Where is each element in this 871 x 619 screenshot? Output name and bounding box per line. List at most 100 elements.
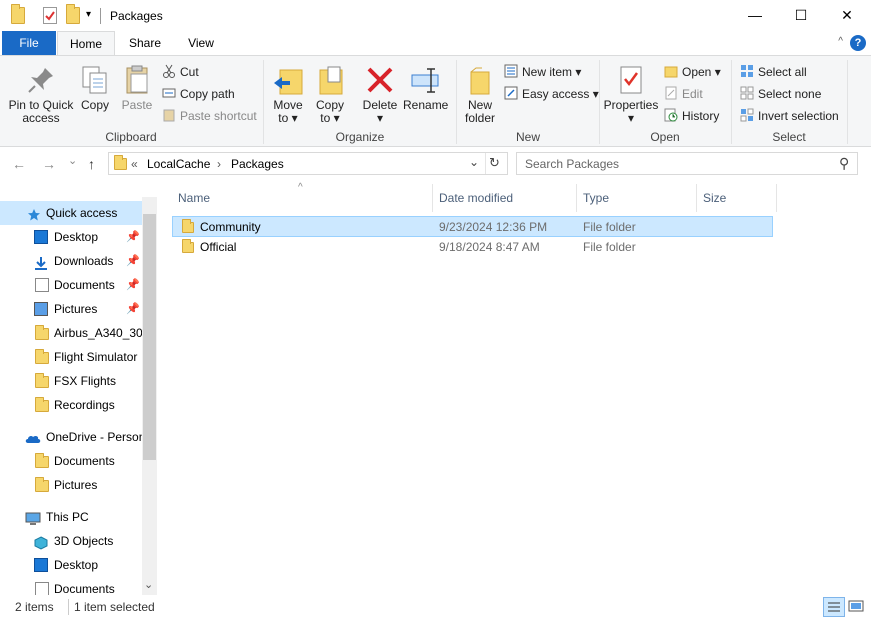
- delete-button[interactable]: Delete ▾: [360, 64, 400, 125]
- item-count: 2 items: [15, 600, 54, 614]
- copy-icon: [79, 64, 111, 96]
- nav-item-airbus-folder[interactable]: Airbus_A340_300: [0, 321, 142, 345]
- nav-item-this-pc[interactable]: This PC: [0, 505, 142, 529]
- nav-item-onedrive[interactable]: OneDrive - Personal: [0, 425, 142, 449]
- details-view-button[interactable]: [823, 597, 845, 617]
- copy-button[interactable]: Copy: [78, 64, 112, 112]
- nav-item-flight-simulator[interactable]: Flight Simulator: [0, 345, 142, 369]
- file-row-community[interactable]: Community 9/23/2024 12:36 PM File folder: [172, 216, 773, 237]
- pin-to-quick-access-button[interactable]: Pin to Quick access: [6, 64, 76, 125]
- file-date: 9/23/2024 12:36 PM: [439, 220, 548, 234]
- navigation-pane: Quick access Desktop 📌 Downloads 📌 Docum…: [0, 197, 157, 595]
- search-box[interactable]: Search Packages ⚲: [516, 152, 858, 175]
- breadcrumb-packages[interactable]: Packages: [231, 157, 284, 171]
- organize-group-label: Organize: [335, 130, 385, 144]
- column-header-size[interactable]: Size: [697, 184, 777, 212]
- nav-item-recordings[interactable]: Recordings: [0, 393, 142, 417]
- move-to-button[interactable]: Move to ▾: [270, 64, 306, 125]
- help-icon[interactable]: ?: [850, 35, 866, 51]
- scroll-down-button[interactable]: ⌄: [144, 578, 153, 591]
- window-title: Packages: [110, 9, 163, 23]
- pin-icon[interactable]: 📌: [126, 297, 140, 321]
- select-none-button[interactable]: Select none: [740, 86, 821, 101]
- desktop-icon: [34, 558, 48, 572]
- pc-icon: [25, 510, 41, 525]
- recent-locations-button[interactable]: ⌄: [68, 154, 77, 167]
- easy-access-icon: [504, 86, 518, 100]
- folder-icon: [35, 349, 49, 364]
- pin-icon[interactable]: 📌: [126, 249, 140, 273]
- nav-item-fsx-flights[interactable]: FSX Flights: [0, 369, 142, 393]
- ribbon-tabs: File Home Share View: [0, 31, 871, 56]
- up-button[interactable]: ↑: [88, 156, 95, 172]
- nav-item-downloads[interactable]: Downloads 📌: [0, 249, 142, 273]
- nav-item-pictures[interactable]: Pictures 📌: [0, 297, 142, 321]
- tab-home[interactable]: Home: [57, 31, 115, 56]
- documents-icon: [35, 278, 49, 292]
- status-divider: [68, 599, 69, 615]
- pin-icon: [25, 64, 57, 96]
- nav-item-desktop[interactable]: Desktop 📌: [0, 225, 142, 249]
- history-button[interactable]: History: [664, 108, 719, 123]
- nav-item-pc-desktop[interactable]: Desktop: [0, 553, 142, 577]
- tab-file[interactable]: File: [2, 31, 56, 56]
- select-all-icon: [740, 64, 754, 78]
- tab-share[interactable]: Share: [120, 31, 170, 56]
- properties-button[interactable]: Properties ▾: [603, 64, 659, 125]
- tab-view[interactable]: View: [176, 31, 226, 56]
- cut-button[interactable]: Cut: [162, 64, 199, 79]
- refresh-button[interactable]: ↻: [489, 155, 500, 171]
- nav-item-documents[interactable]: Documents 📌: [0, 273, 142, 297]
- paste-button[interactable]: Paste: [118, 64, 156, 112]
- close-button[interactable]: ✕: [824, 0, 870, 31]
- pin-icon[interactable]: 📌: [126, 225, 140, 249]
- rename-button[interactable]: Rename: [403, 64, 448, 112]
- properties-icon[interactable]: [43, 7, 57, 24]
- breadcrumb-separator[interactable]: ›: [217, 157, 221, 171]
- select-group-label: Select: [772, 130, 806, 144]
- clipboard-group-label: Clipboard: [105, 130, 157, 144]
- pin-icon[interactable]: 📌: [126, 273, 140, 297]
- search-input[interactable]: Search Packages: [525, 157, 619, 171]
- nav-item-3d-objects[interactable]: 3D Objects: [0, 529, 142, 553]
- forward-button[interactable]: →: [42, 156, 56, 172]
- minimize-button[interactable]: —: [732, 0, 778, 31]
- address-dropdown-button[interactable]: ⌄: [469, 155, 479, 169]
- new-folder-icon: [464, 64, 496, 96]
- column-header-date-modified[interactable]: Date modified: [433, 184, 577, 212]
- back-button[interactable]: ←: [12, 156, 26, 172]
- address-overflow[interactable]: «: [131, 157, 138, 171]
- nav-item-quick-access[interactable]: Quick access: [0, 201, 142, 225]
- documents-icon: [35, 582, 49, 595]
- copy-path-icon: [162, 86, 176, 100]
- new-item-icon: [504, 64, 518, 78]
- select-all-button[interactable]: Select all: [740, 64, 807, 79]
- column-header-name[interactable]: Name: [172, 184, 433, 212]
- edit-button[interactable]: Edit: [664, 86, 703, 101]
- paste-shortcut-button[interactable]: Paste shortcut: [162, 108, 257, 123]
- easy-access-button[interactable]: Easy access ▾: [504, 86, 599, 101]
- customize-qat-button[interactable]: ▾: [86, 9, 91, 20]
- new-folder-button[interactable]: New folder: [460, 64, 500, 125]
- breadcrumb-localcache[interactable]: LocalCache: [147, 157, 210, 171]
- copy-to-button[interactable]: Copy to ▾: [312, 64, 348, 125]
- nav-item-pc-documents[interactable]: Documents: [0, 577, 142, 595]
- search-icon[interactable]: ⚲: [839, 155, 849, 172]
- new-item-button[interactable]: New item ▾: [504, 64, 581, 79]
- column-header-type[interactable]: Type: [577, 184, 697, 212]
- large-icons-view-button[interactable]: [847, 597, 867, 617]
- download-icon: [34, 254, 48, 270]
- collapse-ribbon-icon[interactable]: ^: [838, 36, 843, 47]
- folder-icon: [182, 219, 194, 233]
- nav-item-onedrive-documents[interactable]: Documents: [0, 449, 142, 473]
- file-row-official[interactable]: Official 9/18/2024 8:47 AM File folder: [172, 237, 773, 258]
- address-divider: [485, 153, 486, 174]
- invert-selection-button[interactable]: Invert selection: [740, 108, 839, 123]
- open-button[interactable]: Open ▾: [664, 64, 721, 79]
- copy-path-button[interactable]: Copy path: [162, 86, 235, 101]
- new-folder-icon[interactable]: [66, 4, 80, 24]
- address-bar[interactable]: « LocalCache › Packages ⌄ ↻: [108, 152, 508, 175]
- nav-item-onedrive-pictures[interactable]: Pictures: [0, 473, 142, 497]
- nav-scrollbar-thumb[interactable]: [143, 214, 156, 460]
- maximize-button[interactable]: ☐: [778, 0, 824, 31]
